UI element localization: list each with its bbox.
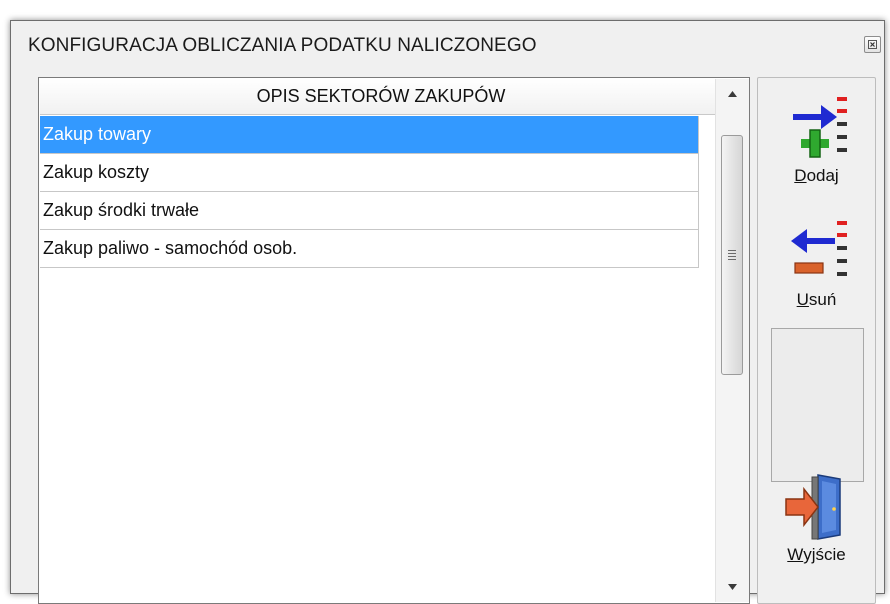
column-header-label: OPIS SEKTORÓW ZAKUPÓW bbox=[256, 86, 506, 106]
scroll-down-button[interactable] bbox=[716, 572, 749, 602]
close-button[interactable] bbox=[864, 36, 881, 53]
action-panel: Dodaj Usuń Wyjście bbox=[757, 77, 876, 604]
list-item[interactable]: Zakup paliwo - samochód osob. bbox=[40, 230, 699, 268]
list-item[interactable]: Zakup towary bbox=[40, 116, 699, 154]
dialog-window: KONFIGURACJA OBLICZANIA PODATKU NALICZON… bbox=[10, 20, 885, 604]
close-icon bbox=[868, 40, 877, 49]
add-row-icon bbox=[792, 97, 847, 158]
list-item[interactable]: Zakup środki trwałe bbox=[40, 192, 699, 230]
remove-button-label: Usuń bbox=[796, 290, 837, 309]
dialog-title: KONFIGURACJA OBLICZANIA PODATKU NALICZON… bbox=[28, 35, 537, 56]
list-item-label: Zakup koszty bbox=[43, 162, 150, 182]
add-button[interactable]: Dodaj bbox=[758, 96, 875, 186]
remove-row-icon bbox=[790, 221, 847, 276]
scroll-thumb[interactable] bbox=[721, 135, 743, 375]
column-header-opis[interactable]: OPIS SEKTORÓW ZAKUPÓW bbox=[40, 79, 723, 115]
empty-placeholder-panel bbox=[771, 328, 864, 482]
list-item-label: Zakup środki trwałe bbox=[43, 200, 200, 220]
triangle-down-icon bbox=[728, 584, 737, 590]
list-item-label: Zakup towary bbox=[43, 124, 152, 144]
exit-door-icon bbox=[784, 474, 841, 540]
scroll-up-button[interactable] bbox=[716, 79, 749, 109]
triangle-up-icon bbox=[728, 91, 737, 97]
list-item-label: Zakup paliwo - samochód osob. bbox=[43, 238, 298, 258]
exit-button-label: Wyjście bbox=[787, 545, 846, 564]
exit-button[interactable]: Wyjście bbox=[758, 471, 875, 565]
list-item[interactable]: Zakup koszty bbox=[40, 154, 699, 192]
remove-button[interactable]: Usuń bbox=[758, 220, 875, 310]
grip-icon bbox=[728, 248, 736, 262]
list-rows: Zakup towary Zakup koszty Zakup środki t… bbox=[40, 116, 699, 268]
sectors-list: OPIS SEKTORÓW ZAKUPÓW Zakup towary Zakup… bbox=[38, 77, 750, 604]
add-button-label: Dodaj bbox=[794, 166, 839, 185]
vertical-scrollbar[interactable] bbox=[715, 79, 749, 602]
